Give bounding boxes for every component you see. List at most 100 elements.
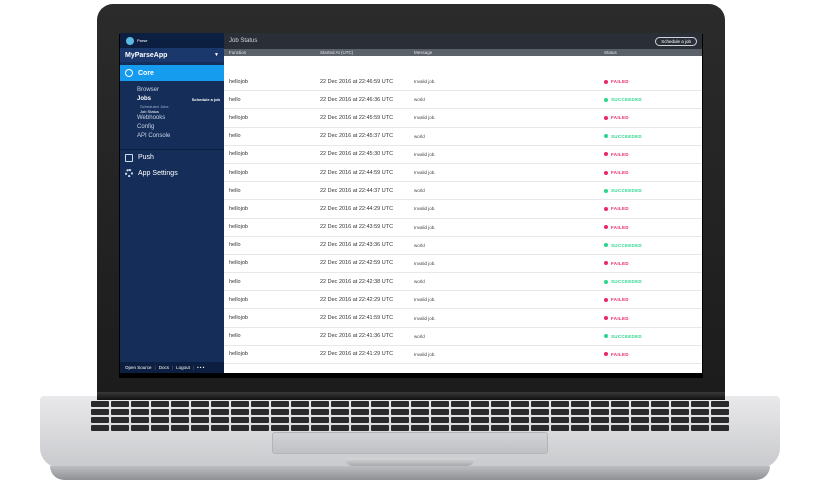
table-row[interactable]: hellojob 22 Dec 2016 at 22:44:59 UTC Inval… bbox=[224, 164, 702, 183]
screen: Parse MyParseApp ▼ Core Browser Jobs Sch… bbox=[120, 33, 702, 373]
status-dot-icon bbox=[604, 188, 608, 193]
keyboard-key bbox=[591, 409, 609, 415]
table-row[interactable]: hello 22 Dec 2016 at 22:46:36 UTC world SUC… bbox=[224, 91, 702, 110]
cell-message: world bbox=[414, 242, 425, 248]
schedule-job-link[interactable]: Schedule a job bbox=[192, 95, 220, 104]
keyboard-key bbox=[651, 409, 669, 415]
app-selector[interactable]: MyParseApp ▼ bbox=[120, 48, 224, 62]
cell-function: hello bbox=[229, 133, 241, 140]
keyboard-key bbox=[711, 401, 729, 407]
cell-message: Invalid job. bbox=[414, 151, 436, 157]
keyboard-key bbox=[191, 409, 209, 415]
status-dot-icon bbox=[604, 115, 608, 120]
cell-started: 22 Dec 2016 at 22:44:37 UTC bbox=[320, 187, 394, 194]
cell-message: Invalid job. bbox=[414, 206, 436, 212]
keyboard-key bbox=[531, 409, 549, 415]
sidebar-item-config[interactable]: Config bbox=[137, 123, 224, 132]
footer-docs[interactable]: Docs bbox=[159, 365, 169, 370]
column-header-function[interactable]: Function bbox=[224, 50, 320, 55]
status-badge: FAILED bbox=[604, 297, 702, 302]
cell-message: world bbox=[414, 97, 425, 103]
keyboard-key bbox=[271, 409, 289, 415]
keyboard-key bbox=[511, 417, 529, 423]
keyboard-key bbox=[511, 401, 529, 407]
cell-message: world bbox=[414, 279, 425, 285]
keyboard-key bbox=[311, 425, 329, 431]
keyboard-key bbox=[531, 401, 549, 407]
keyboard-key bbox=[391, 401, 409, 407]
jobs-label: Jobs bbox=[137, 96, 152, 102]
table-row[interactable]: hello 22 Dec 2016 at 22:42:38 UTC world SUC… bbox=[224, 273, 702, 292]
keyboard-key bbox=[611, 425, 629, 431]
parse-logo-icon bbox=[126, 36, 134, 45]
status-badge: SUCCEEDED bbox=[604, 97, 702, 102]
keyboard-key bbox=[391, 409, 409, 415]
schedule-job-button[interactable]: Schedule a job bbox=[655, 36, 697, 46]
app-settings-label: App Settings bbox=[138, 169, 178, 177]
trackpad bbox=[272, 432, 548, 454]
status-text: SUCCEEDED bbox=[611, 188, 642, 194]
column-header-started[interactable]: Started At (UTC) bbox=[320, 50, 414, 55]
keyboard-key bbox=[291, 409, 309, 415]
table-row[interactable]: hellojob 22 Dec 2016 at 22:43:59 UTC Inval… bbox=[224, 219, 702, 237]
sidebar-item-browser[interactable]: Browser bbox=[137, 86, 224, 95]
keyboard-key bbox=[231, 425, 249, 431]
footer-more[interactable]: • • • bbox=[197, 365, 204, 370]
status-text: FAILED bbox=[611, 351, 629, 357]
cell-function: hello bbox=[229, 242, 241, 249]
keyboard-key bbox=[231, 409, 249, 415]
table-row[interactable]: hellojob 22 Dec 2016 at 22:44:29 UTC Inval… bbox=[224, 200, 702, 219]
sidebar-section-app-settings[interactable]: App Settings bbox=[120, 165, 224, 181]
cell-function: hello bbox=[229, 333, 241, 340]
status-text: FAILED bbox=[611, 79, 629, 85]
table-row[interactable]: hello 22 Dec 2016 at 22:44:37 UTC world SUC… bbox=[224, 182, 702, 201]
column-header-message[interactable]: Message bbox=[414, 50, 604, 55]
cell-function: hellojob bbox=[229, 351, 248, 358]
footer-logout[interactable]: Logout bbox=[176, 365, 190, 370]
sidebar-footer: Open Source | Docs | Logout | • • • bbox=[120, 362, 224, 373]
keyboard-key bbox=[171, 401, 189, 407]
cell-started: 22 Dec 2016 at 22:41:59 UTC bbox=[320, 315, 394, 322]
cell-function: hellojob bbox=[229, 315, 248, 322]
status-dot-icon bbox=[604, 79, 608, 84]
keyboard-key bbox=[151, 425, 169, 431]
table-row[interactable]: hello 22 Dec 2016 at 22:45:37 UTC world SUC… bbox=[224, 128, 702, 146]
keyboard-key bbox=[711, 409, 729, 415]
push-label: Push bbox=[138, 154, 154, 161]
table-row[interactable]: hellojob 22 Dec 2016 at 22:42:59 UTC Inval… bbox=[224, 255, 702, 274]
keyboard-key bbox=[451, 425, 469, 431]
keyboard-key bbox=[491, 401, 509, 407]
table-row[interactable]: hellojob 22 Dec 2016 at 22:45:30 UTC Inval… bbox=[224, 146, 702, 164]
table-row[interactable]: hellojob 22 Dec 2016 at 22:42:29 UTC Inval… bbox=[224, 291, 702, 310]
status-dot-icon bbox=[604, 243, 608, 248]
footer-open-source[interactable]: Open Source bbox=[125, 365, 152, 370]
table-row[interactable]: hellojob 22 Dec 2016 at 22:46:59 UTC Inval… bbox=[224, 73, 702, 92]
status-text: FAILED bbox=[611, 297, 629, 303]
keyboard-key bbox=[631, 409, 649, 415]
status-text: FAILED bbox=[611, 224, 629, 230]
status-badge: FAILED bbox=[604, 261, 702, 266]
column-header-status[interactable]: Status bbox=[604, 50, 702, 55]
keyboard-key bbox=[111, 409, 129, 415]
gear-icon bbox=[125, 169, 133, 177]
keyboard-key bbox=[711, 417, 729, 423]
keyboard-key bbox=[251, 401, 269, 407]
table-row[interactable]: hellojob 22 Dec 2016 at 22:41:59 UTC Inval… bbox=[224, 309, 702, 328]
sidebar-item-api-console[interactable]: API Console bbox=[137, 132, 224, 141]
core-subnav: Browser Jobs Schedule a job Scheduled Jo… bbox=[120, 86, 224, 141]
table-row[interactable]: hellojob 22 Dec 2016 at 22:41:29 UTC Inval… bbox=[224, 346, 702, 364]
status-dot-icon bbox=[604, 316, 608, 321]
table-row[interactable]: hello 22 Dec 2016 at 22:41:36 UTC world SUC… bbox=[224, 328, 702, 346]
cell-started: 22 Dec 2016 at 22:46:36 UTC bbox=[320, 96, 394, 103]
status-badge: FAILED bbox=[604, 352, 702, 357]
keyboard-key bbox=[311, 409, 329, 415]
sidebar-section-push[interactable]: Push bbox=[120, 149, 224, 165]
sidebar-section-core[interactable]: Core bbox=[120, 65, 224, 81]
sidebar-item-jobs[interactable]: Jobs Schedule a job bbox=[137, 95, 224, 104]
keyboard-key bbox=[171, 409, 189, 415]
keyboard-key bbox=[371, 417, 389, 423]
table-row[interactable]: hellojob 22 Dec 2016 at 22:45:59 UTC Inval… bbox=[224, 109, 702, 128]
status-text: FAILED bbox=[611, 206, 629, 212]
sidebar-item-webhooks[interactable]: Webhooks bbox=[137, 114, 224, 123]
table-row[interactable]: hello 22 Dec 2016 at 22:43:36 UTC world SUC… bbox=[224, 237, 702, 255]
